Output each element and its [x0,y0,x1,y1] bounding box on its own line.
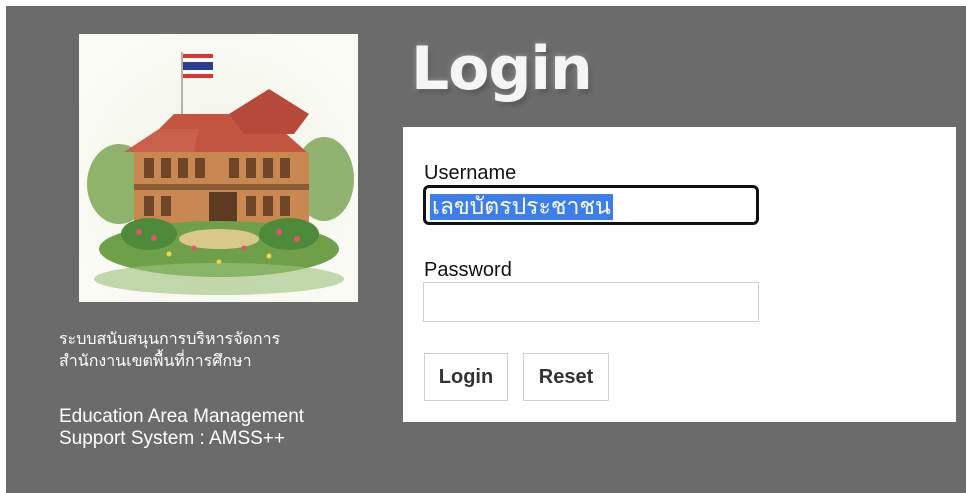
login-button[interactable]: Login [424,353,508,401]
username-input[interactable]: เลขบัตรประชาชน [423,185,759,225]
reset-button[interactable]: Reset [523,353,609,401]
password-label: Password [424,259,512,281]
system-name-english: Education Area Management Support System… [59,406,379,450]
username-input-value: เลขบัตรประชาชน [430,194,613,220]
school-building-image [79,34,358,302]
school-building-illustration [79,34,358,302]
system-name-english-line1: Education Area Management [59,406,305,427]
password-input[interactable] [423,282,759,322]
system-name-english-line2: Support System : AMSS++ [59,428,285,449]
system-name-thai-line1: ระบบสนับสนุนการบริหารจัดการ [59,329,281,348]
username-label: Username [424,162,517,184]
login-form: Username เลขบัตรประชาชน Password Login R… [403,127,956,422]
login-title: Login [411,34,593,104]
system-name-thai-line2: สำนักงานเขตพื้นที่การศึกษา [59,351,252,370]
system-name-thai: ระบบสนับสนุนการบริหารจัดการ สำนักงานเขตพ… [59,328,379,372]
login-page-panel: ระบบสนับสนุนการบริหารจัดการ สำนักงานเขตพ… [6,6,966,493]
